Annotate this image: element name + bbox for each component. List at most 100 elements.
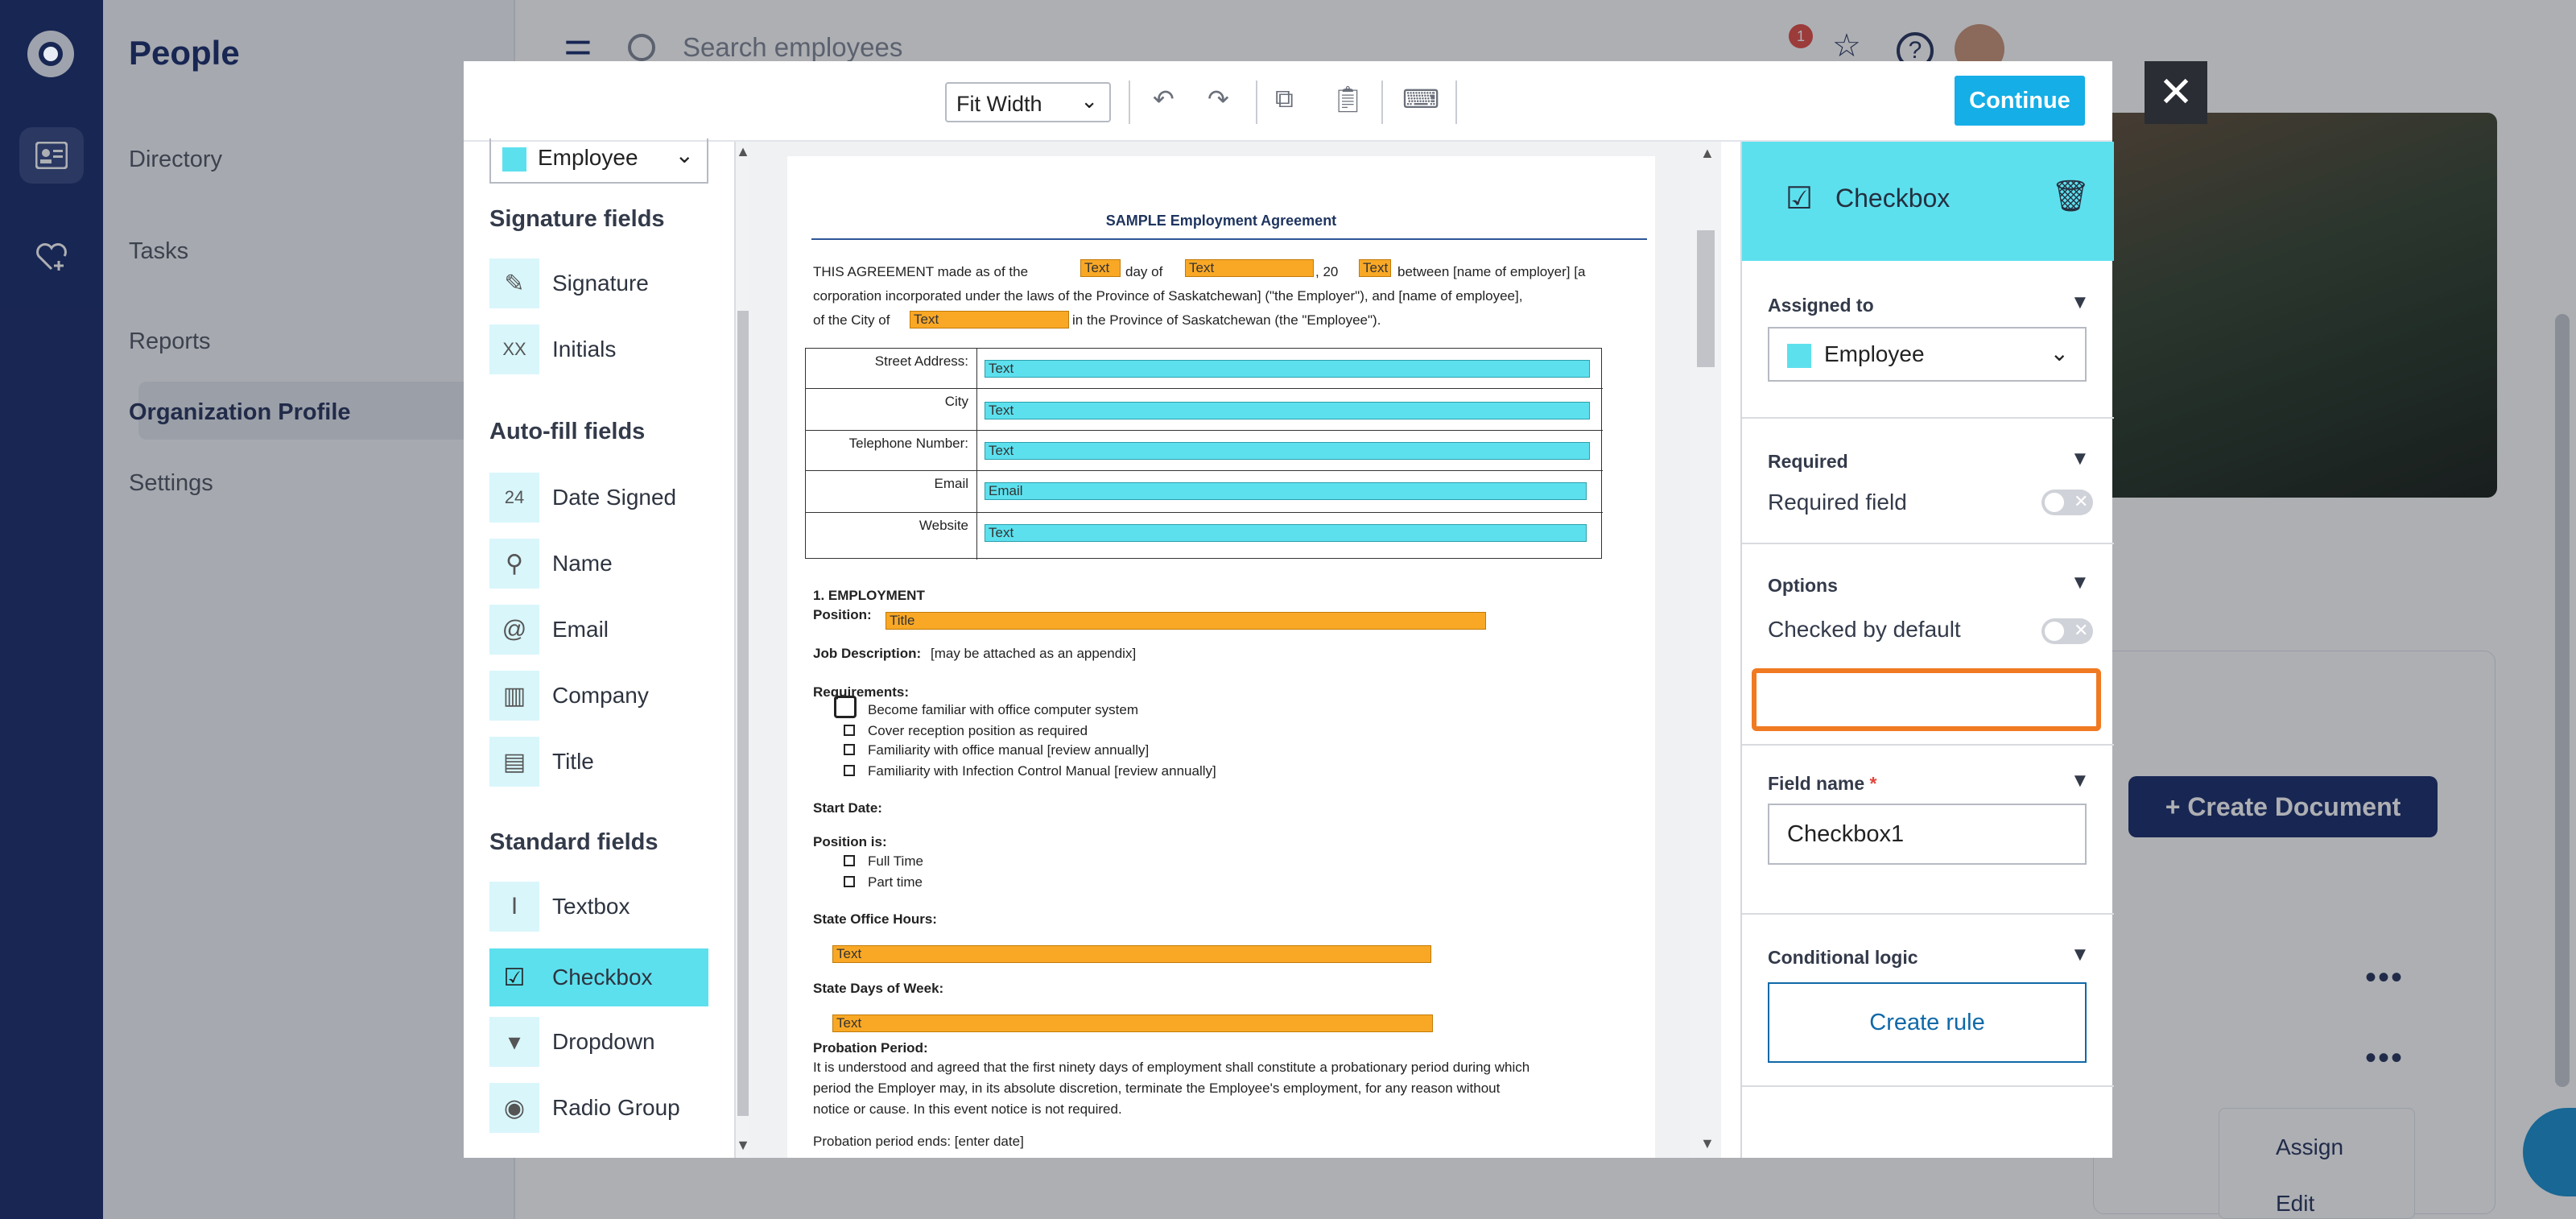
- document-scrollbar[interactable]: ▲ ▼: [1690, 142, 1721, 1158]
- text-field[interactable]: Text: [1359, 259, 1391, 277]
- undo-icon[interactable]: ↶: [1153, 84, 1174, 114]
- field-name-input[interactable]: Checkbox1: [1768, 804, 2087, 865]
- title-field[interactable]: Title: [886, 612, 1486, 630]
- palette-item-company[interactable]: ▥ Company: [489, 667, 708, 725]
- text-field[interactable]: Text: [985, 524, 1587, 542]
- section-label: Required: [1768, 451, 1848, 472]
- document-canvas: SAMPLE Employment Agreement THIS AGREEME…: [749, 142, 1690, 1158]
- doc-label: Position is:: [813, 834, 887, 849]
- palette-item-dropdown[interactable]: ▾ Dropdown: [489, 1013, 708, 1071]
- text-field[interactable]: Text: [910, 311, 1069, 329]
- palette-item-label: Date Signed: [552, 485, 677, 510]
- doc-text: , 20: [1315, 264, 1339, 279]
- palette-item-signature[interactable]: ✎ Signature: [489, 254, 708, 312]
- calendar-icon: 24: [489, 473, 539, 523]
- assigned-to-select[interactable]: Employee ⌄: [1768, 327, 2087, 382]
- table-label: Email: [934, 476, 968, 491]
- selected-checkbox-field[interactable]: [834, 696, 857, 718]
- palette-item-name[interactable]: ⚲ Name: [489, 535, 708, 593]
- doc-text: day of: [1125, 264, 1163, 279]
- email-field[interactable]: Email: [985, 482, 1587, 500]
- doc-text: Probation period ends: [enter date]: [813, 1134, 1024, 1149]
- collapse-icon[interactable]: ▼: [2070, 448, 2090, 470]
- text-field[interactable]: Text: [1185, 259, 1314, 277]
- palette-group-title: Signature fields: [489, 206, 665, 232]
- collapse-icon[interactable]: ▼: [2070, 770, 2090, 792]
- close-icon: ✕: [2074, 620, 2089, 640]
- palette-item-checkbox[interactable]: ☑ Checkbox: [489, 948, 708, 1006]
- assignee-color-swatch: [502, 147, 526, 171]
- checked-default-toggle[interactable]: ✕: [2041, 618, 2093, 644]
- doc-text: THIS AGREEMENT made as of the: [813, 264, 1029, 279]
- palette-item-label: Checkbox: [552, 965, 653, 990]
- dropdown-icon: ▾: [489, 1017, 539, 1067]
- option-label: Part time: [868, 874, 923, 890]
- paste-icon[interactable]: 📋︎: [1331, 84, 1364, 114]
- checkbox-field[interactable]: [844, 765, 855, 776]
- table-row: City Text: [806, 389, 1603, 431]
- toolbar-divider: [1381, 81, 1383, 124]
- palette-assignee-select[interactable]: Employee ⌄: [489, 138, 708, 184]
- scroll-up-icon[interactable]: ▲: [1700, 145, 1715, 162]
- text-field[interactable]: Text: [985, 402, 1590, 419]
- palette-item-textbox[interactable]: I Textbox: [489, 878, 708, 936]
- doc-text: of the City of: [813, 312, 890, 328]
- palette-item-email[interactable]: @ Email: [489, 601, 708, 659]
- palette-item-label: Name: [552, 551, 613, 576]
- collapse-icon[interactable]: ▼: [2070, 291, 2090, 314]
- create-rule-button[interactable]: Create rule: [1768, 982, 2087, 1063]
- requirement-item: Cover reception position as required: [868, 723, 1088, 738]
- address-table: Street Address: Text City Text Telephone…: [805, 348, 1603, 560]
- toolbar-divider: [1256, 81, 1257, 124]
- checkbox-field[interactable]: [844, 744, 855, 755]
- doc-text: in the Province of Saskatchewan (the "Em…: [1072, 312, 1381, 328]
- scrollbar-thumb[interactable]: [1697, 230, 1715, 367]
- checkbox-field[interactable]: [844, 725, 855, 736]
- palette-scrollbar[interactable]: ▲ ▼: [734, 142, 750, 1158]
- palette-item-label: Title: [552, 749, 594, 774]
- person-icon: ⚲: [489, 539, 539, 589]
- doc-text: notice or cause. In this event notice is…: [813, 1101, 1122, 1117]
- palette-item-label: Company: [552, 683, 649, 708]
- zoom-select[interactable]: Fit Width ⌄: [945, 82, 1111, 122]
- palette-item-radio-group[interactable]: ◉ Radio Group: [489, 1079, 708, 1137]
- checkbox-field[interactable]: [844, 855, 855, 866]
- required-section: Required ▼ Required field ✕: [1742, 419, 2114, 544]
- text-field[interactable]: Text: [985, 360, 1590, 378]
- table-label: Telephone Number:: [848, 436, 968, 451]
- at-sign-icon: @: [489, 605, 539, 655]
- close-modal-button[interactable]: ✕: [2145, 61, 2207, 124]
- document-title: SAMPLE Employment Agreement: [1105, 213, 1337, 229]
- text-field[interactable]: Text: [985, 442, 1590, 460]
- palette-item-label: Dropdown: [552, 1029, 655, 1054]
- redo-icon[interactable]: ↷: [1208, 84, 1229, 114]
- toggle-knob: [2045, 493, 2064, 512]
- keyboard-icon[interactable]: ⌨: [1402, 84, 1439, 114]
- scrollbar-thumb[interactable]: [737, 311, 749, 1116]
- close-icon: ✕: [2074, 491, 2089, 511]
- required-toggle[interactable]: ✕: [2041, 490, 2093, 515]
- continue-button[interactable]: Continue: [1955, 76, 2085, 126]
- option-label: Full Time: [868, 853, 923, 869]
- text-field[interactable]: Text: [832, 945, 1431, 963]
- checkbox-field[interactable]: [844, 876, 855, 887]
- doc-text: It is understood and agreed that the fir…: [813, 1060, 1530, 1075]
- palette-item-label: Email: [552, 617, 609, 642]
- text-field[interactable]: Text: [1080, 259, 1121, 277]
- section-label: Options: [1768, 575, 1838, 596]
- table-row: Website Text: [806, 513, 1603, 560]
- scroll-down-icon[interactable]: ▼: [1700, 1135, 1715, 1152]
- collapse-icon[interactable]: ▼: [2070, 572, 2090, 594]
- assignee-color-swatch: [1787, 343, 1811, 368]
- requirement-item: Become familiar with office computer sys…: [868, 702, 1139, 717]
- text-field[interactable]: Text: [832, 1014, 1433, 1032]
- section-label: Field name *: [1768, 773, 1877, 795]
- palette-item-date-signed[interactable]: 24 Date Signed: [489, 469, 708, 527]
- palette-item-initials[interactable]: XX Initials: [489, 320, 708, 378]
- collapse-icon[interactable]: ▼: [2070, 944, 2090, 966]
- copy-icon[interactable]: ⧉: [1275, 84, 1294, 114]
- palette-item-title[interactable]: ▤ Title: [489, 733, 708, 791]
- trash-icon[interactable]: 🗑︎: [2051, 179, 2090, 214]
- chevron-down-icon: ⌄: [1080, 89, 1098, 113]
- zoom-select-value: Fit Width: [956, 92, 1042, 116]
